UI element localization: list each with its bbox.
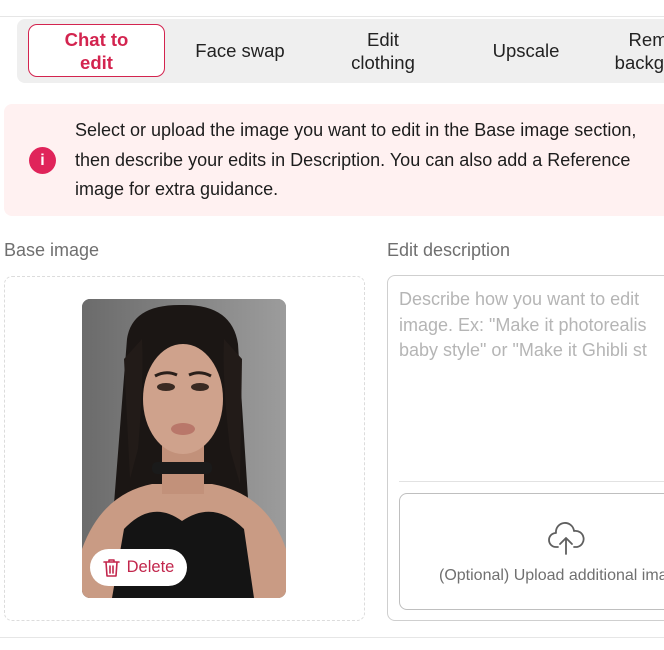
tab-edit-clothing[interactable]: Edit clothing xyxy=(317,24,449,77)
description-placeholder: Describe how you want to edit image. Ex:… xyxy=(399,289,647,360)
cloud-upload-icon xyxy=(548,522,585,555)
info-icon: i xyxy=(29,147,56,174)
tool-tabs: Chat to edit Face swap Edit clothing Ups… xyxy=(17,19,664,83)
tab-remove-background[interactable]: Remove background xyxy=(603,24,664,77)
trash-icon xyxy=(102,559,120,577)
info-banner: i Select or upload the image you want to… xyxy=(4,104,664,216)
description-divider xyxy=(399,481,664,482)
tab-face-swap[interactable]: Face swap xyxy=(176,24,304,77)
delete-button[interactable]: Delete xyxy=(90,549,187,586)
edit-description-label: Edit description xyxy=(387,240,511,260)
tab-chat-to-edit[interactable]: Chat to edit xyxy=(28,24,165,77)
tab-upscale[interactable]: Upscale xyxy=(462,24,590,77)
info-text: Select or upload the image you want to e… xyxy=(75,120,637,199)
delete-label: Delete xyxy=(126,558,175,576)
top-divider xyxy=(0,16,664,17)
edit-description-field[interactable]: Describe how you want to edit image. Ex:… xyxy=(387,275,664,621)
base-image-label: Base image xyxy=(4,240,100,260)
reference-image-upload[interactable]: (Optional) Upload additional image xyxy=(399,493,664,610)
upload-label: (Optional) Upload additional image xyxy=(439,567,664,584)
bottom-divider xyxy=(0,637,664,638)
